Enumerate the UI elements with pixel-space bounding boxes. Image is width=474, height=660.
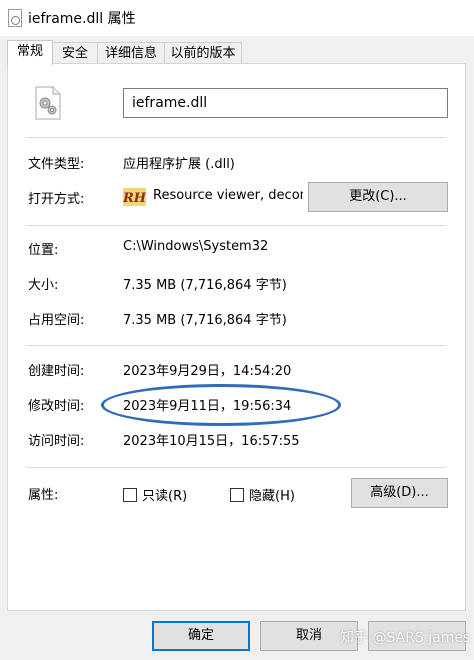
hidden-checkbox[interactable]: 隐藏(H)	[230, 485, 295, 504]
size-value: 7.35 MB (7,716,864 字节)	[123, 278, 287, 293]
file-type-label: 文件类型:	[28, 157, 85, 172]
checkbox-box[interactable]	[230, 487, 244, 502]
readonly-checkbox-label: 只读(R)	[142, 489, 188, 504]
accessed-value: 2023年10月15日，16:57:55	[123, 434, 300, 449]
hidden-checkbox-label: 隐藏(H)	[249, 489, 295, 504]
ok-button[interactable]: 确定	[152, 621, 250, 651]
modified-label: 修改时间:	[28, 399, 85, 414]
accessed-label: 访问时间:	[28, 434, 85, 449]
change-button[interactable]: 更改(C)...	[308, 182, 448, 212]
size-on-disk-value: 7.35 MB (7,716,864 字节)	[123, 313, 287, 328]
svg-text:RH: RH	[123, 191, 146, 206]
readonly-checkbox[interactable]: 只读(R)	[123, 485, 187, 504]
title-bar: ieframe.dll 属性	[0, 0, 474, 36]
location-label: 位置:	[28, 243, 59, 258]
divider	[26, 345, 446, 346]
checkbox-box[interactable]	[123, 487, 137, 502]
file-type-value: 应用程序扩展 (.dll)	[123, 157, 235, 172]
file-name-field[interactable]: ieframe.dll	[123, 88, 448, 118]
tab-general[interactable]: 常规	[7, 40, 53, 65]
created-label: 创建时间:	[28, 364, 85, 379]
resource-hacker-icon: RH	[123, 188, 146, 206]
file-icon	[8, 9, 22, 27]
highlight-ellipse	[101, 384, 341, 426]
open-with-value: Resource viewer, decom	[153, 188, 303, 203]
attributes-label: 属性:	[28, 488, 59, 503]
advanced-button[interactable]: 高级(D)...	[351, 478, 448, 508]
dll-file-icon	[35, 86, 61, 120]
open-with-label: 打开方式:	[28, 192, 85, 207]
window-title: ieframe.dll 属性	[28, 11, 136, 27]
tab-security[interactable]: 安全	[52, 42, 98, 64]
size-on-disk-label: 占用空间:	[28, 313, 85, 328]
created-value: 2023年9月29日，14:54:20	[123, 364, 292, 379]
divider	[26, 467, 446, 468]
tab-previous-versions[interactable]: 以前的版本	[164, 42, 242, 64]
size-label: 大小:	[28, 278, 59, 293]
tab-details[interactable]: 详细信息	[97, 42, 165, 64]
general-panel: ieframe.dll 文件类型: 应用程序扩展 (.dll) 打开方式: RH…	[7, 63, 466, 611]
watermark: 知乎 @SARS james	[340, 630, 471, 646]
divider	[26, 137, 446, 138]
divider	[26, 225, 446, 226]
location-value: C:\Windows\System32	[123, 239, 269, 254]
